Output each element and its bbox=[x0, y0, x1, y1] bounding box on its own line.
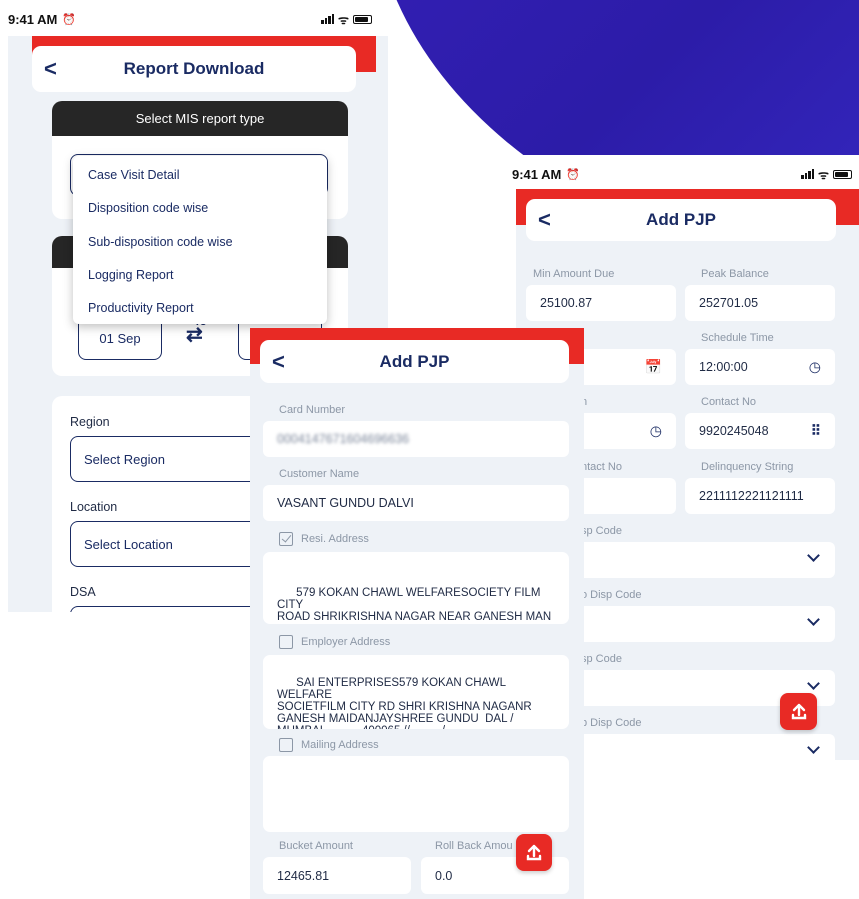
alt-contact-label: ntact No bbox=[581, 461, 622, 473]
back-button[interactable]: < bbox=[538, 209, 551, 231]
back-button[interactable]: < bbox=[44, 58, 57, 80]
resi-address-checkbox[interactable] bbox=[279, 532, 293, 546]
resi-address-label: Resi. Address bbox=[301, 533, 369, 545]
dsa-label: DSA bbox=[70, 585, 96, 599]
min-amount-due-field[interactable]: 25100.87 bbox=[526, 285, 676, 321]
clock-icon[interactable]: ◷ bbox=[809, 359, 821, 376]
disp-code-label: sp Code bbox=[581, 525, 622, 537]
header: < Add PJP bbox=[526, 199, 836, 241]
page-title: Add PJP bbox=[646, 210, 716, 229]
swap-dates-icon[interactable]: To ⇄ bbox=[186, 316, 216, 354]
signal-icon bbox=[801, 169, 815, 179]
resi-address-field[interactable]: 579 KOKAN CHAWL WELFARESOCIETY FILM CITY… bbox=[263, 552, 569, 624]
mailing-address-label: Mailing Address bbox=[301, 739, 379, 751]
contact-no-field[interactable]: 9920245048 ⠿ bbox=[685, 413, 835, 449]
chevron-down-icon bbox=[807, 677, 820, 690]
mailing-address-field[interactable] bbox=[263, 756, 569, 832]
alarm-icon: ⏰ bbox=[566, 168, 581, 181]
contact-no-label: Contact No bbox=[701, 396, 757, 408]
roll-back-label: Roll Back Amou bbox=[435, 840, 513, 852]
schedule-time-field[interactable]: 12:00:00 ◷ bbox=[685, 349, 835, 385]
bucket-amount-label: Bucket Amount bbox=[279, 840, 353, 852]
upload-button[interactable] bbox=[516, 834, 552, 871]
employer-address-label: Employer Address bbox=[301, 636, 391, 648]
status-bar: 9:41 AM ⏰ ᯤ bbox=[8, 9, 372, 29]
header: < Add PJP bbox=[260, 340, 569, 383]
wifi-icon: ᯤ bbox=[338, 12, 349, 27]
battery-icon bbox=[353, 14, 372, 24]
chevron-down-icon bbox=[807, 741, 820, 754]
card-number-label: Card Number bbox=[279, 404, 346, 416]
dropdown-option[interactable]: Logging Report bbox=[88, 268, 173, 282]
chevron-down-icon bbox=[807, 549, 820, 562]
calendar-icon[interactable]: 📅 bbox=[645, 359, 662, 376]
customer-name-field[interactable]: VASANT GUNDU DALVI bbox=[263, 485, 569, 521]
header: < Report Download bbox=[32, 46, 356, 92]
customer-name-label: Customer Name bbox=[279, 468, 360, 480]
delinquency-label: Delinquency String bbox=[701, 461, 794, 473]
upload-button[interactable] bbox=[780, 693, 817, 730]
report-type-dropdown: Case Visit Detail Disposition code wise … bbox=[73, 156, 327, 324]
mis-card-header: Select MIS report type bbox=[52, 101, 348, 136]
card-number-field[interactable]: 0004147671604696636 bbox=[263, 421, 569, 457]
status-time: 9:41 AM bbox=[8, 11, 58, 27]
mailing-address-checkbox[interactable] bbox=[279, 738, 293, 752]
dropdown-option[interactable]: Disposition code wise bbox=[88, 201, 208, 215]
peak-balance-label: Peak Balance bbox=[701, 268, 769, 280]
upload-icon bbox=[791, 703, 806, 719]
chevron-down-icon bbox=[807, 613, 820, 626]
disp-code-label-2: sp Code bbox=[581, 653, 622, 665]
page-title: Report Download bbox=[123, 59, 265, 78]
employer-address-field[interactable]: SAI ENTERPRISES579 KOKAN CHAWL WELFARE S… bbox=[263, 655, 569, 729]
schedule-time-label: Schedule Time bbox=[701, 332, 774, 344]
dropdown-option[interactable]: Productivity Report bbox=[88, 301, 194, 315]
peak-balance-field[interactable]: 252701.05 bbox=[685, 285, 835, 321]
wifi-icon: ᯤ bbox=[818, 167, 829, 182]
delinquency-field[interactable]: 2211112221121111 bbox=[685, 478, 835, 514]
back-button[interactable]: < bbox=[272, 350, 285, 373]
alarm-icon: ⏰ bbox=[62, 13, 77, 26]
status-bar: 9:41 AM ⏰ ᯤ bbox=[512, 164, 852, 184]
sub-disp-code-label: o Disp Code bbox=[581, 589, 642, 601]
min-amount-due-label: Min Amount Due bbox=[533, 268, 615, 280]
battery-icon bbox=[833, 169, 852, 179]
add-pjp-screen-front: < Add PJP Card Number 000414767160469663… bbox=[250, 328, 584, 899]
from-date: 01 Sep bbox=[99, 330, 141, 346]
pjp-front-body: < Add PJP Card Number 000414767160469663… bbox=[250, 328, 584, 899]
sub-disp-code-label-2: b Disp Code bbox=[581, 717, 642, 729]
bucket-amount-field[interactable]: 12465.81 bbox=[263, 857, 411, 894]
dropdown-option[interactable]: Sub-disposition code wise bbox=[88, 235, 233, 249]
employer-address-checkbox[interactable] bbox=[279, 635, 293, 649]
region-label: Region bbox=[70, 415, 110, 429]
upload-icon bbox=[526, 844, 542, 860]
page-title: Add PJP bbox=[379, 351, 450, 371]
clock-icon[interactable]: ◷ bbox=[650, 423, 662, 440]
location-label: Location bbox=[70, 500, 118, 514]
signal-icon bbox=[321, 14, 335, 24]
keypad-icon[interactable]: ⠿ bbox=[811, 423, 821, 440]
dropdown-option[interactable]: Case Visit Detail bbox=[88, 168, 179, 182]
